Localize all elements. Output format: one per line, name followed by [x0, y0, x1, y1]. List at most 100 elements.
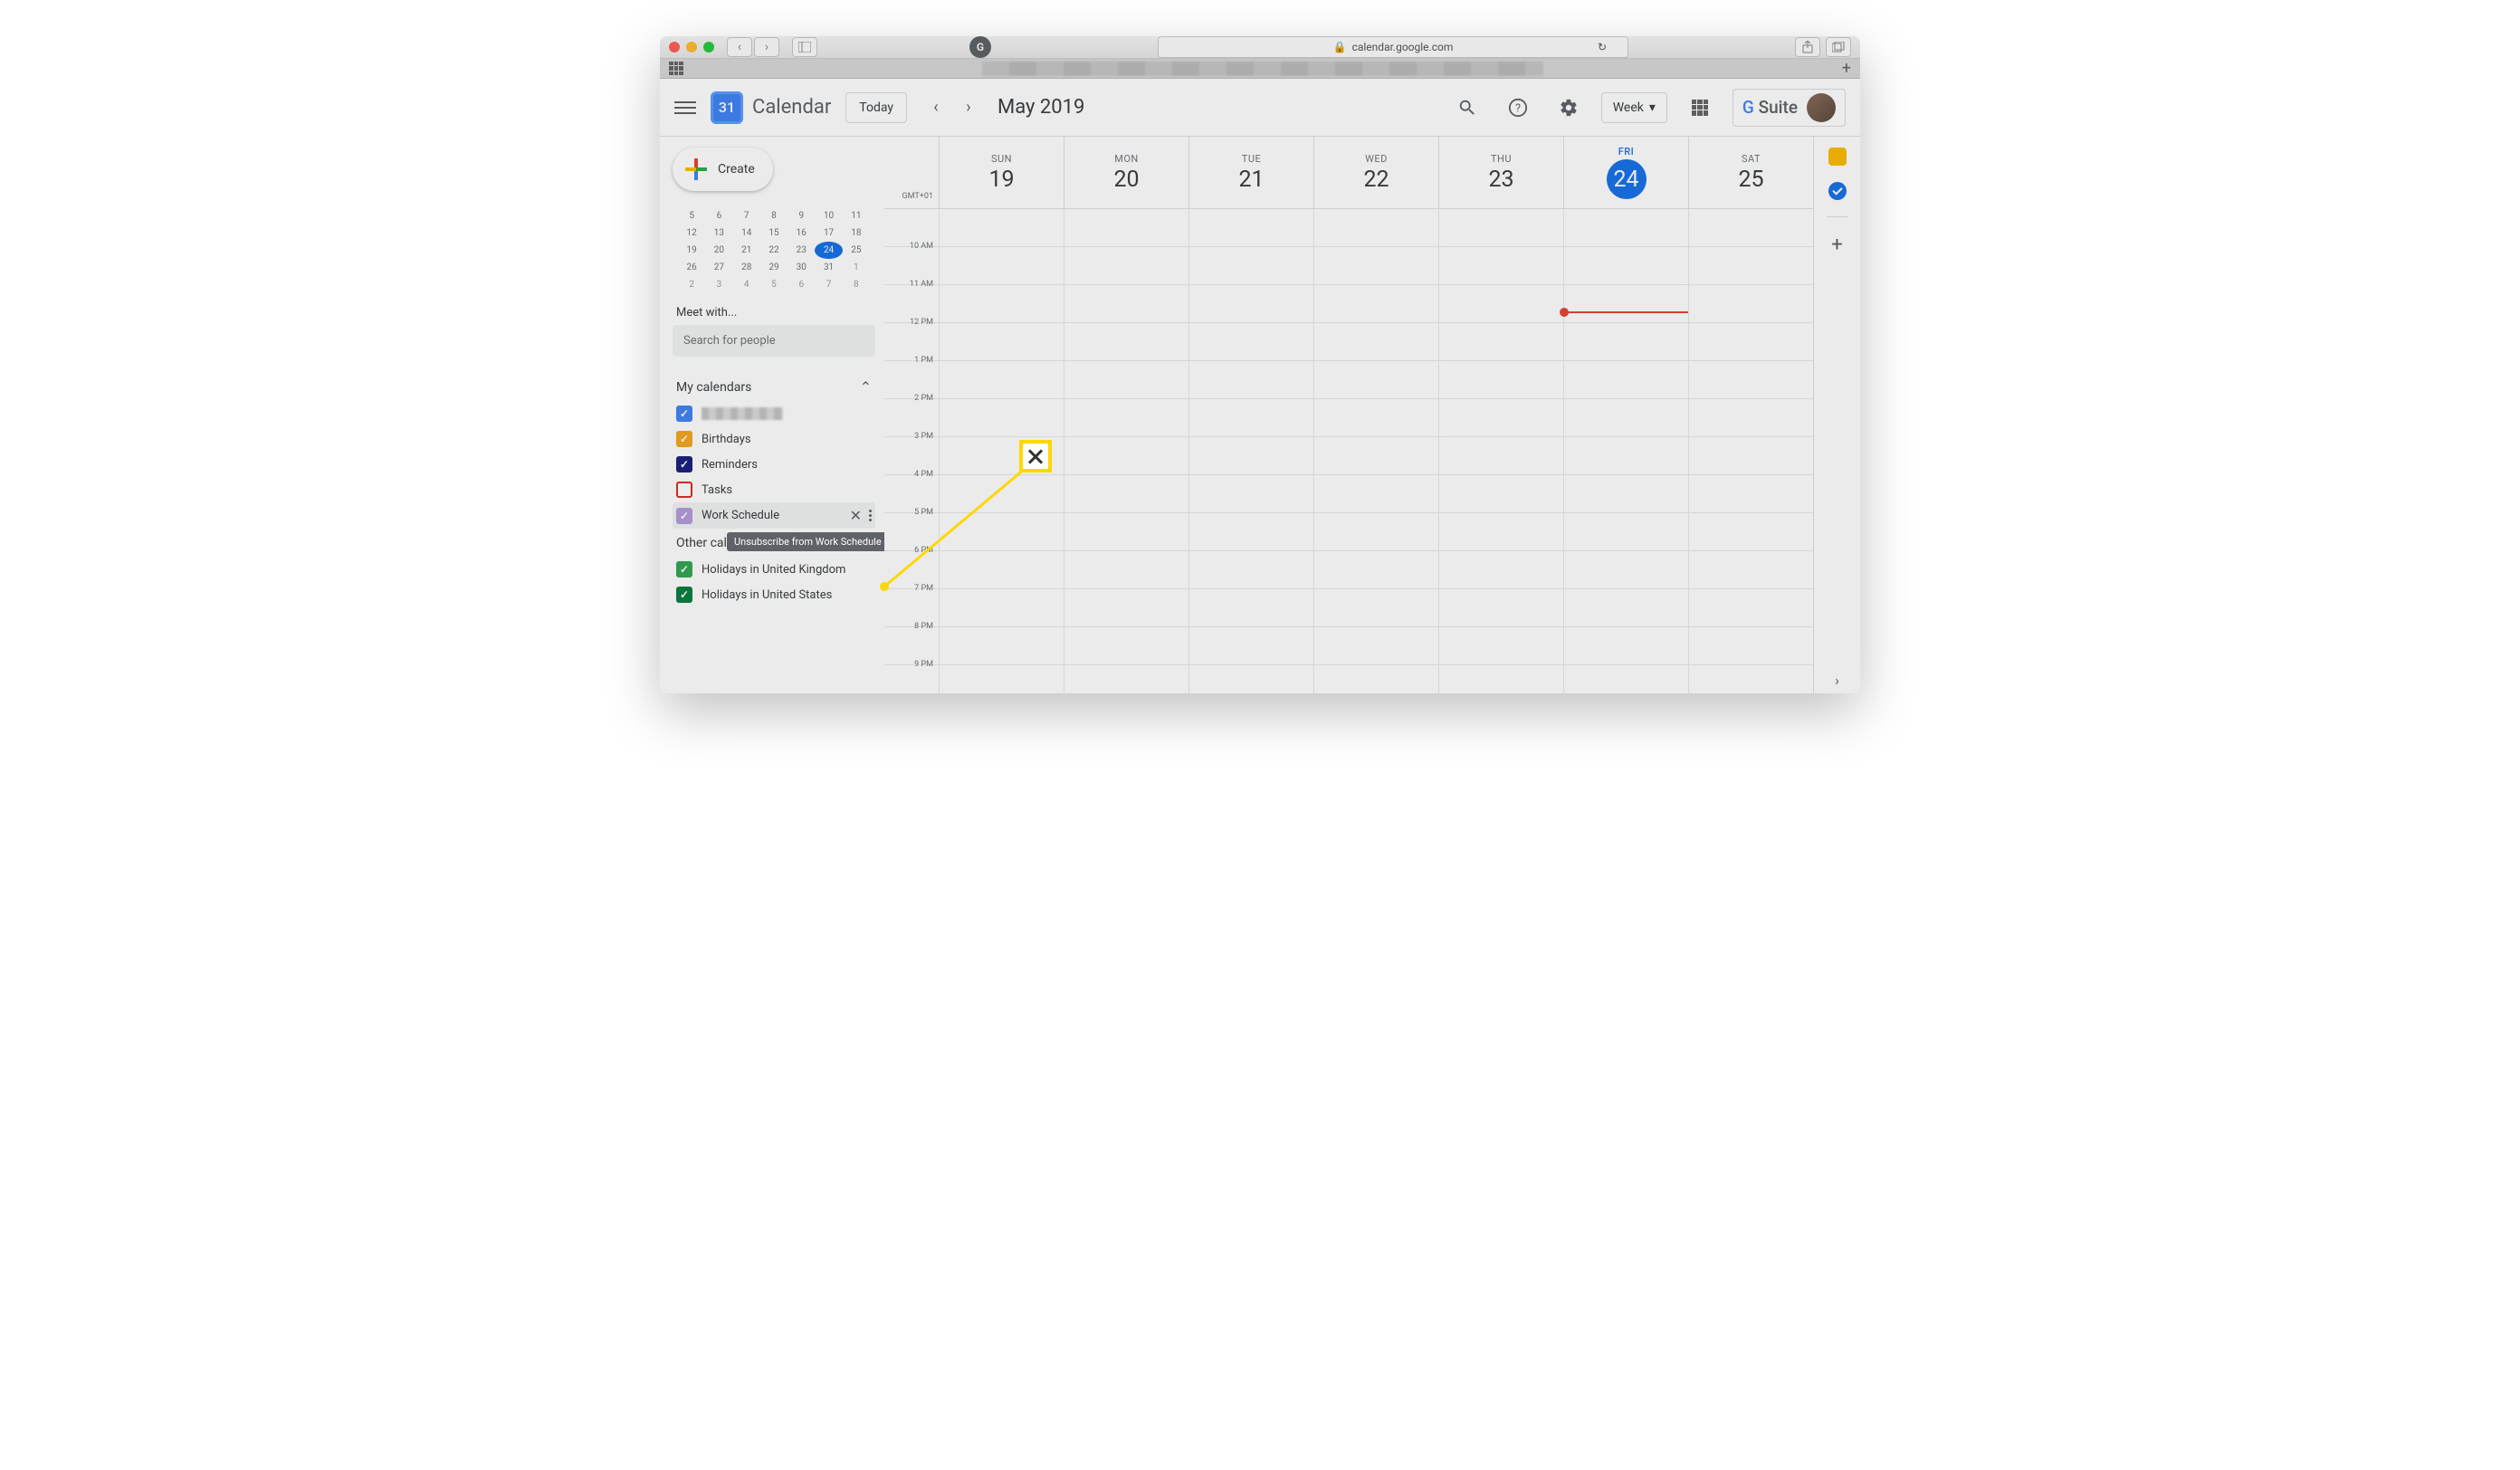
time-slot[interactable]	[1688, 475, 1813, 512]
mini-cal-day[interactable]: 26	[678, 259, 705, 276]
time-slot[interactable]	[1563, 627, 1688, 664]
time-slot[interactable]	[1438, 589, 1563, 626]
my-calendars-header[interactable]: My calendars ⌃	[673, 373, 875, 401]
time-slot[interactable]	[1688, 589, 1813, 626]
mini-cal-day[interactable]: 3	[705, 276, 732, 293]
time-slot[interactable]	[1313, 323, 1438, 360]
day-header[interactable]: MON20	[1064, 137, 1188, 208]
time-slot[interactable]	[1438, 627, 1563, 664]
mini-cal-day[interactable]: 20	[705, 242, 732, 259]
time-slot[interactable]	[939, 399, 1064, 436]
time-slot[interactable]	[939, 209, 1064, 246]
time-slot[interactable]	[1688, 247, 1813, 284]
time-slot[interactable]	[1313, 627, 1438, 664]
time-slot[interactable]	[1563, 361, 1688, 398]
time-slot[interactable]	[1563, 437, 1688, 474]
calendar-checkbox[interactable]	[676, 456, 692, 472]
mini-cal-day[interactable]: 7	[815, 276, 842, 293]
time-slot[interactable]	[1064, 513, 1188, 550]
minimize-window-icon[interactable]	[686, 42, 697, 52]
time-slot[interactable]	[1563, 399, 1688, 436]
time-slot[interactable]	[1438, 437, 1563, 474]
time-slot[interactable]	[939, 285, 1064, 322]
browser-back-button[interactable]: ‹	[727, 37, 752, 57]
calendar-checkbox[interactable]	[676, 587, 692, 603]
user-avatar[interactable]	[1807, 93, 1836, 122]
time-slot[interactable]	[1064, 551, 1188, 588]
time-slot[interactable]	[1064, 285, 1188, 322]
mini-cal-day[interactable]: 10	[815, 207, 842, 224]
maximize-window-icon[interactable]	[703, 42, 714, 52]
calendar-item[interactable]: Holidays in United Kingdom	[673, 557, 875, 582]
new-tab-button[interactable]: +	[1842, 59, 1851, 78]
day-header[interactable]: SUN19	[939, 137, 1064, 208]
time-slot[interactable]	[1188, 513, 1313, 550]
mini-cal-day[interactable]: 31	[815, 259, 842, 276]
today-button[interactable]: Today	[845, 92, 907, 123]
browser-forward-button[interactable]: ›	[754, 37, 779, 57]
mini-cal-day[interactable]: 19	[678, 242, 705, 259]
mini-cal-day[interactable]: 12	[678, 224, 705, 242]
add-addon-button[interactable]: +	[1831, 234, 1842, 256]
time-slot[interactable]	[1064, 627, 1188, 664]
time-slot[interactable]	[1188, 361, 1313, 398]
mini-cal-day[interactable]: 1	[843, 259, 870, 276]
mini-cal-day[interactable]: 18	[843, 224, 870, 242]
mini-cal-day[interactable]: 5	[760, 276, 788, 293]
time-slot[interactable]	[1188, 665, 1313, 693]
reader-mode-button[interactable]: G	[969, 36, 991, 58]
mini-cal-day[interactable]: 22	[760, 242, 788, 259]
time-slot[interactable]	[1688, 361, 1813, 398]
time-slot[interactable]	[1688, 285, 1813, 322]
mini-cal-day[interactable]: 25	[843, 242, 870, 259]
time-slot[interactable]	[1188, 475, 1313, 512]
time-slot[interactable]	[1313, 285, 1438, 322]
time-slot[interactable]	[1438, 513, 1563, 550]
mini-cal-day[interactable]: 15	[760, 224, 788, 242]
view-selector[interactable]: Week ▾	[1601, 92, 1667, 123]
time-slot[interactable]	[1064, 589, 1188, 626]
time-slot[interactable]	[1313, 513, 1438, 550]
time-slot[interactable]	[1563, 209, 1688, 246]
time-slot[interactable]	[939, 627, 1064, 664]
calendar-logo[interactable]: 31 Calendar	[711, 91, 831, 124]
mini-cal-day[interactable]: 17	[815, 224, 842, 242]
time-slot[interactable]	[939, 665, 1064, 693]
time-slot[interactable]	[1563, 513, 1688, 550]
time-slot[interactable]	[1438, 209, 1563, 246]
mini-cal-day[interactable]: 6	[788, 276, 815, 293]
time-slot[interactable]	[1563, 551, 1688, 588]
time-slot[interactable]	[1688, 627, 1813, 664]
time-slot[interactable]	[1688, 323, 1813, 360]
mini-cal-day[interactable]: 2	[678, 276, 705, 293]
calendar-item[interactable]: Birthdays	[673, 426, 875, 452]
calendar-checkbox[interactable]	[676, 431, 692, 447]
calendar-checkbox[interactable]	[676, 561, 692, 578]
time-slot[interactable]	[1188, 209, 1313, 246]
time-slot[interactable]	[1563, 247, 1688, 284]
day-header[interactable]: WED22	[1313, 137, 1438, 208]
time-slot[interactable]	[939, 475, 1064, 512]
gsuite-badge[interactable]: G G SuiteSuite	[1732, 89, 1846, 127]
mini-cal-day[interactable]: 8	[760, 207, 788, 224]
close-window-icon[interactable]	[669, 42, 680, 52]
time-slot[interactable]	[1438, 285, 1563, 322]
apps-grid-icon[interactable]	[669, 62, 683, 76]
calendar-checkbox[interactable]	[676, 482, 692, 498]
time-slot[interactable]	[1188, 247, 1313, 284]
time-slot[interactable]	[1188, 285, 1313, 322]
time-slot[interactable]	[1188, 627, 1313, 664]
time-slot[interactable]	[1438, 665, 1563, 693]
time-slot[interactable]	[1064, 475, 1188, 512]
time-slot[interactable]	[1313, 399, 1438, 436]
time-slot[interactable]	[1563, 285, 1688, 322]
time-slot[interactable]	[939, 247, 1064, 284]
time-slot[interactable]	[1688, 437, 1813, 474]
sidebar-toggle-button[interactable]	[792, 37, 817, 57]
mini-cal-day[interactable]: 23	[788, 242, 815, 259]
time-slot[interactable]	[1064, 665, 1188, 693]
mini-cal-day[interactable]: 29	[760, 259, 788, 276]
time-slot[interactable]	[939, 361, 1064, 398]
mini-cal-day[interactable]: 28	[733, 259, 760, 276]
mini-cal-day[interactable]: 6	[705, 207, 732, 224]
